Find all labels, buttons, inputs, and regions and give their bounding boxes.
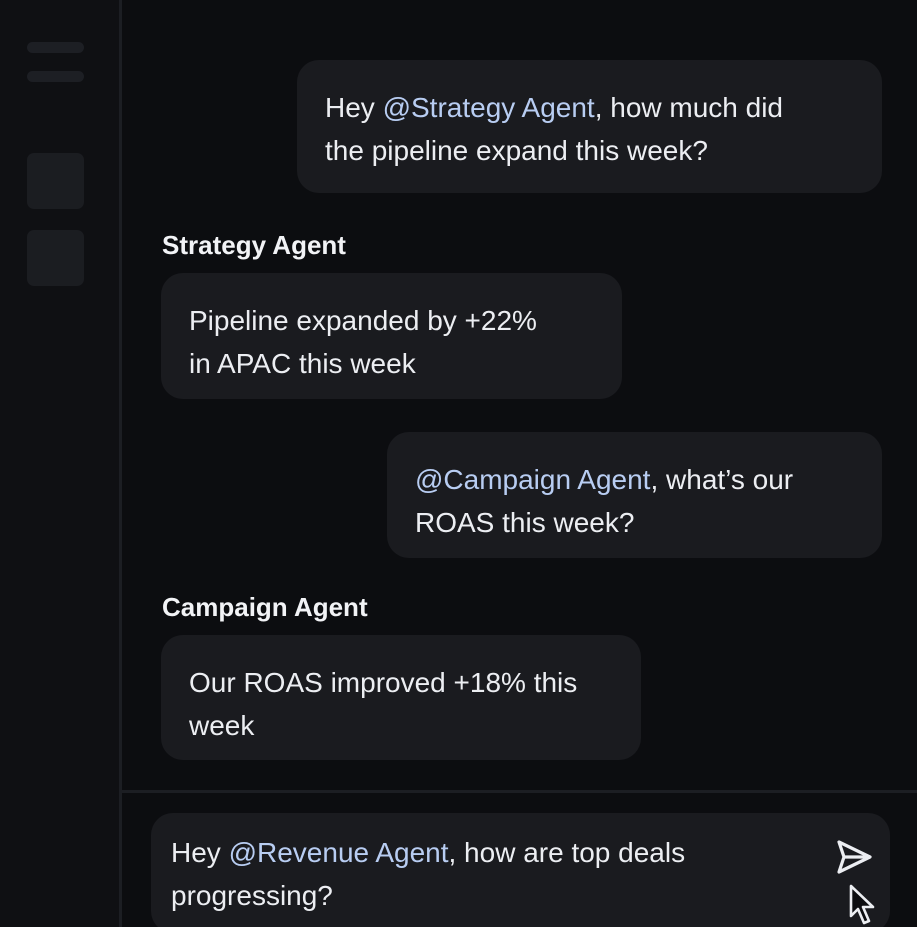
agent-mention[interactable]: @Strategy Agent bbox=[383, 92, 595, 123]
sender-name: Strategy Agent bbox=[162, 230, 346, 260]
sidebar-item[interactable] bbox=[27, 153, 84, 209]
menu-line bbox=[27, 71, 84, 82]
left-sidebar bbox=[0, 0, 119, 927]
send-button[interactable] bbox=[833, 836, 875, 878]
chat-app: Hey @Strategy Agent, how much did the pi… bbox=[0, 0, 917, 927]
user-message: Hey @Strategy Agent, how much did the pi… bbox=[297, 60, 882, 193]
user-message: @Campaign Agent, what’s our ROAS this we… bbox=[387, 432, 882, 558]
agent-message: Pipeline expanded by +22% in APAC this w… bbox=[161, 273, 622, 399]
sidebar-item[interactable] bbox=[27, 230, 84, 286]
agent-message: Our ROAS improved +18% this week bbox=[161, 635, 641, 760]
message-input[interactable]: Hey @Revenue Agent, how are top deals pr… bbox=[151, 813, 890, 927]
message-thread: Hey @Strategy Agent, how much did the pi… bbox=[122, 0, 917, 790]
sender-name: Campaign Agent bbox=[162, 592, 368, 622]
message-text: Pipeline expanded by +22% in APAC this w… bbox=[189, 305, 537, 379]
message-text: Our ROAS improved +18% this week bbox=[189, 667, 578, 741]
agent-mention[interactable]: @Campaign Agent bbox=[415, 464, 650, 495]
input-prefix: Hey bbox=[171, 837, 229, 868]
agent-mention[interactable]: @Revenue Agent bbox=[229, 837, 449, 868]
mouse-pointer-icon bbox=[849, 884, 875, 925]
menu-line bbox=[27, 42, 84, 53]
send-icon bbox=[837, 840, 872, 874]
composer-divider bbox=[122, 790, 917, 793]
message-prefix: Hey bbox=[325, 92, 383, 123]
